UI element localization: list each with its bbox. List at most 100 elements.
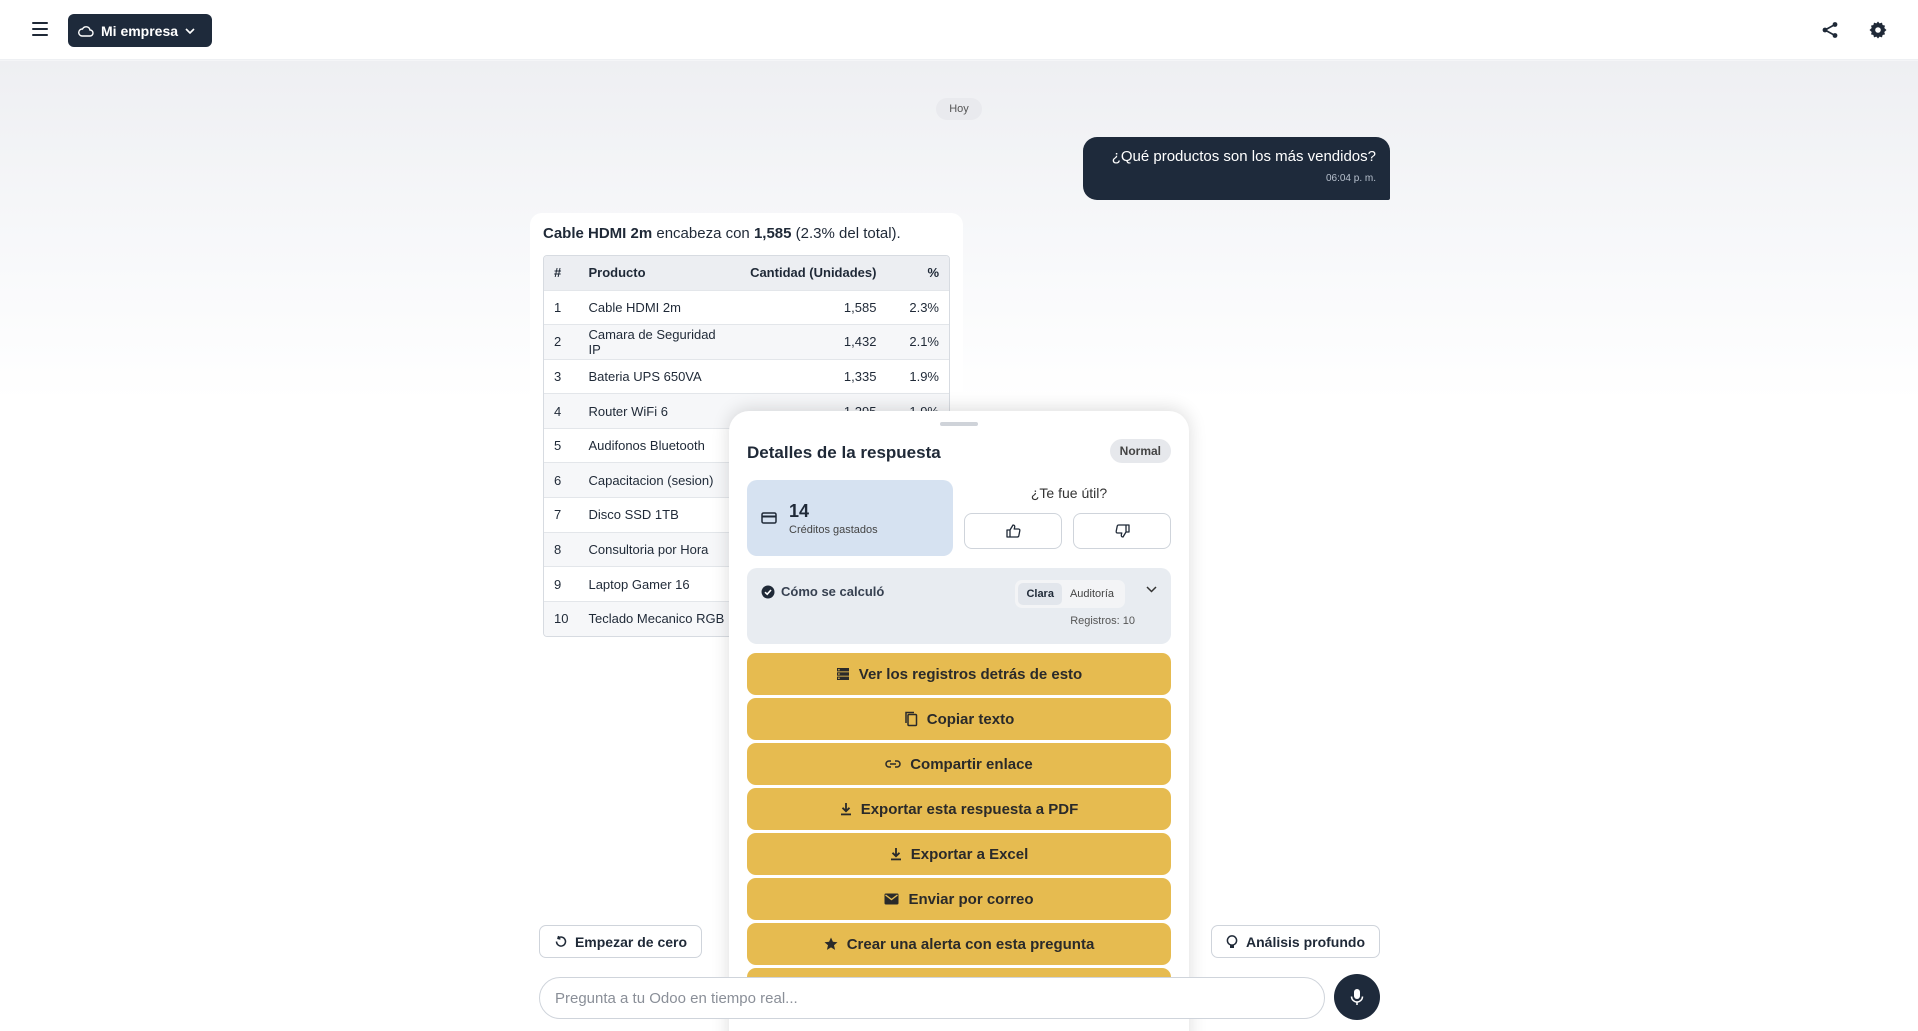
credits-card: 14 Créditos gastados <box>747 480 953 556</box>
date-separator: Hoy <box>936 98 982 120</box>
quantity-cell: 1,585 <box>738 289 887 325</box>
cloud-icon <box>78 25 94 37</box>
calculation-title-text: Cómo se calculó <box>781 584 885 599</box>
quantity-cell: 1,335 <box>738 358 887 394</box>
thumbs-up-icon <box>1005 524 1020 538</box>
product-cell: Laptop Gamer 16 <box>578 566 739 602</box>
sheet-drag-handle[interactable] <box>940 422 978 426</box>
percent-cell: 1.9% <box>886 358 949 394</box>
percent-cell: 2.1% <box>886 324 949 360</box>
rank-cell: 3 <box>544 358 579 394</box>
table-header-row: # Producto Cantidad (Unidades) % <box>544 256 949 290</box>
action-button-label: Exportar esta respuesta a PDF <box>860 800 1079 818</box>
action-button-label: Exportar a Excel <box>910 845 1029 863</box>
hamburger-menu-icon[interactable] <box>26 18 54 42</box>
lead-product: Cable HDMI 2m <box>543 225 653 242</box>
answer-text-part: (2.3% del total). <box>791 225 901 242</box>
table-row: 2 Camara de Seguridad IP 1,432 2.1% <box>544 324 949 360</box>
action-button-label: Crear una alerta con esta pregunta <box>846 935 1095 953</box>
thumbs-down-button[interactable] <box>1073 513 1171 549</box>
thumbs-up-button[interactable] <box>964 513 1062 549</box>
deep-analysis-label: Análisis profundo <box>1246 933 1365 950</box>
answer-summary: Cable HDMI 2m encabeza con 1,585 (2.3% d… <box>543 225 950 242</box>
microphone-icon <box>1350 989 1364 1005</box>
calculation-title: Cómo se calculó <box>761 584 884 599</box>
rank-cell: 7 <box>544 497 579 533</box>
action-button-5[interactable]: Exportar a Excel <box>747 833 1171 875</box>
calculation-card: Cómo se calculó Clara Auditoría Registro… <box>747 568 1171 644</box>
action-button-4[interactable]: Exportar esta respuesta a PDF <box>747 788 1171 830</box>
chat-input[interactable] <box>539 977 1325 1019</box>
thumbs-down-icon <box>1115 524 1130 538</box>
records-icon <box>836 667 850 681</box>
star-icon <box>824 937 838 951</box>
action-button-3[interactable]: Compartir enlace <box>747 743 1171 785</box>
product-cell: Router WiFi 6 <box>578 393 739 429</box>
action-button-6[interactable]: Enviar por correo <box>747 878 1171 920</box>
rank-cell: 10 <box>544 600 579 636</box>
table-row: 1 Cable HDMI 2m 1,585 2.3% <box>544 289 949 325</box>
product-cell: Consultoria por Hora <box>578 531 739 567</box>
calc-mode-auditoria[interactable]: Auditoría <box>1062 583 1122 605</box>
restart-label: Empezar de cero <box>574 933 688 950</box>
check-circle-icon <box>761 585 775 598</box>
action-button-7[interactable]: Crear una alerta con esta pregunta <box>747 923 1171 965</box>
product-cell: Camara de Seguridad IP <box>578 324 739 360</box>
credits-value: 14 <box>789 500 810 521</box>
action-button-1[interactable]: Ver los registros detrás de esto <box>747 653 1171 695</box>
credits-label: Créditos gastados <box>789 523 878 536</box>
records-count: Registros: 10 <box>1070 615 1135 627</box>
action-button-label: Copiar texto <box>926 710 1015 728</box>
rank-cell: 5 <box>544 427 579 463</box>
action-button-label: Compartir enlace <box>910 755 1033 773</box>
rank-cell: 9 <box>544 566 579 602</box>
rank-cell: 2 <box>544 324 579 360</box>
product-cell: Bateria UPS 650VA <box>578 358 739 394</box>
share-icon[interactable] <box>1818 18 1842 42</box>
microphone-button[interactable] <box>1334 974 1380 1020</box>
copy-icon <box>904 711 918 727</box>
gear-icon[interactable] <box>1866 18 1890 42</box>
link-icon <box>885 759 901 769</box>
deep-analysis-button[interactable]: Análisis profundo <box>1211 925 1380 958</box>
product-cell: Teclado Mecanico RGB <box>578 600 739 636</box>
quantity-cell: 1,432 <box>738 324 887 360</box>
refresh-icon <box>555 935 567 947</box>
calc-mode-clara[interactable]: Clara <box>1018 583 1062 605</box>
rank-cell: 1 <box>544 289 579 325</box>
calculation-mode-toggle: Clara Auditoría <box>1015 580 1125 608</box>
download-icon <box>840 802 852 816</box>
col-header-quantity: Cantidad (Unidades) <box>738 256 887 290</box>
product-cell: Audifonos Bluetooth <box>578 427 739 463</box>
chevron-down-icon[interactable] <box>1146 586 1157 593</box>
col-header-rank: # <box>544 256 579 290</box>
rank-cell: 6 <box>544 462 579 498</box>
product-cell: Cable HDMI 2m <box>578 289 739 325</box>
company-label: Mi empresa <box>101 22 179 39</box>
chevron-down-icon <box>185 27 195 34</box>
user-message-text: ¿Qué productos son los más vendidos? <box>1111 148 1376 165</box>
lead-value: 1,585 <box>753 225 792 242</box>
col-header-percent: % <box>886 256 949 290</box>
percent-cell: 2.3% <box>886 289 949 325</box>
feedback-question: ¿Te fue útil? <box>1030 485 1108 501</box>
company-selector-button[interactable]: Mi empresa <box>68 14 212 47</box>
user-message-bubble: ¿Qué productos son los más vendidos? 06:… <box>1083 137 1390 200</box>
answer-text-part: encabeza con <box>652 225 754 242</box>
col-header-product: Producto <box>578 256 739 290</box>
top-bar: Mi empresa <box>0 0 1918 60</box>
table-row: 3 Bateria UPS 650VA 1,335 1.9% <box>544 358 949 394</box>
sheet-title: Detalles de la respuesta <box>747 443 941 462</box>
action-button-2[interactable]: Copiar texto <box>747 698 1171 740</box>
rank-cell: 8 <box>544 531 579 567</box>
response-details-sheet: Detalles de la respuesta Normal 14 Crédi… <box>729 411 1189 1031</box>
credit-card-icon <box>761 512 777 524</box>
action-button-label: Ver los registros detrás de esto <box>858 665 1083 683</box>
rank-cell: 4 <box>544 393 579 429</box>
restart-button[interactable]: Empezar de cero <box>539 925 702 958</box>
product-cell: Disco SSD 1TB <box>578 497 739 533</box>
action-button-label: Enviar por correo <box>908 890 1034 908</box>
mode-badge: Normal <box>1109 439 1171 463</box>
mail-icon <box>884 893 899 905</box>
lightbulb-icon <box>1226 934 1238 948</box>
